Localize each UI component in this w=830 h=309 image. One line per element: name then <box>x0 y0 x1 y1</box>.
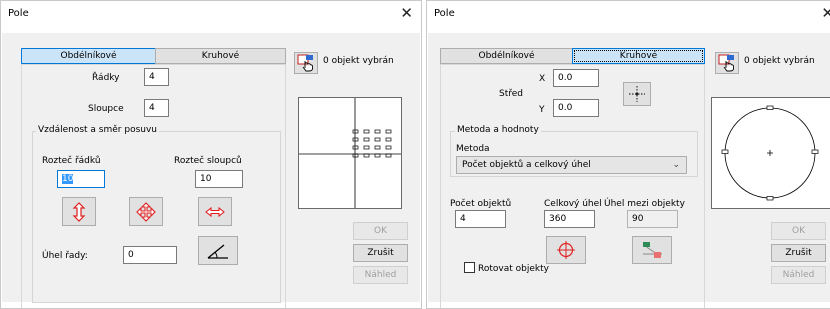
between-angle-input: 90 <box>627 210 678 228</box>
row-spacing-label: Rozteč řádků <box>42 156 101 166</box>
row-angle-pick-button[interactable] <box>198 236 238 265</box>
chevron-down-icon: ⌄ <box>672 160 680 170</box>
pick-angle-icon <box>557 241 575 259</box>
method-group-label: Metoda a hodnoty <box>455 125 541 135</box>
circular-array-dialog: Pole ✕ Obdélníkové Kruhové Střed X 0.0 Y… <box>426 0 830 309</box>
center-x-input[interactable]: 0.0 <box>553 69 599 87</box>
title-bar: Pole ✕ <box>427 1 830 29</box>
vertical-spacing-icon <box>72 201 86 222</box>
close-icon[interactable]: ✕ <box>821 4 830 22</box>
preview-button[interactable]: Náhled <box>353 266 408 284</box>
pick-objects-icon <box>297 54 313 72</box>
selection-status: 0 objekt vybrán <box>323 56 394 66</box>
row-spacing-input[interactable]: 10 <box>57 170 105 188</box>
method-select-value: Počet objektů a celkový úhel <box>462 160 591 170</box>
between-angle-label: Úhel mezi objekty <box>604 199 685 209</box>
total-angle-label: Celkový úhel <box>544 199 602 209</box>
pick-angle-button[interactable] <box>546 236 586 264</box>
dialog-client: Obdélníkové Kruhové Střed X 0.0 Y 0.0 Me… <box>428 33 830 308</box>
angle-icon <box>207 243 228 259</box>
row-spacing-pick-button[interactable] <box>62 197 96 226</box>
tab-rectangular[interactable]: Obdélníkové <box>440 48 573 64</box>
cancel-button[interactable]: Zrušit <box>353 244 408 262</box>
tab-circular[interactable]: Kruhové <box>155 48 286 64</box>
col-spacing-pick-button[interactable] <box>198 197 232 226</box>
horizontal-spacing-icon <box>205 206 225 217</box>
rows-label: Řádky <box>92 73 120 83</box>
col-spacing-input[interactable]: 10 <box>195 170 243 188</box>
row-angle-input[interactable]: 0 <box>123 246 177 264</box>
center-x-label: X <box>539 74 546 84</box>
row-angle-label: Úhel řady: <box>42 251 88 261</box>
both-spacing-pick-button[interactable] <box>129 197 163 226</box>
method-select[interactable]: Počet objektů a celkový úhel ⌄ <box>456 156 687 174</box>
columns-input[interactable]: 4 <box>144 99 169 117</box>
array-preview <box>711 97 830 209</box>
ok-button[interactable]: OK <box>353 222 408 240</box>
tab-rectangular[interactable]: Obdélníkové <box>21 48 156 64</box>
row-spacing-value: 10 <box>62 174 74 184</box>
columns-label: Sloupce <box>88 104 124 114</box>
circular-array-preview-graphic <box>721 105 819 201</box>
rotate-objects-checkbox[interactable] <box>464 262 475 273</box>
count-input[interactable]: 4 <box>455 210 506 228</box>
title-bar: Pole ✕ <box>1 1 421 29</box>
rotate-objects-label: Rotovat objekty <box>478 264 549 274</box>
rectangular-array-dialog: Pole ✕ Obdélníkové Kruhové Řádky 4 Sloup… <box>0 0 422 309</box>
close-icon[interactable]: ✕ <box>400 4 413 22</box>
selection-status: 0 objekt vybrán <box>744 56 815 66</box>
tab-circular[interactable]: Kruhové <box>572 48 705 64</box>
ok-button[interactable]: OK <box>771 222 826 240</box>
count-label: Počet objektů <box>450 199 512 209</box>
rows-input[interactable]: 4 <box>144 68 169 86</box>
pick-objects-icon <box>718 54 734 72</box>
pick-center-icon <box>629 86 645 102</box>
both-spacing-icon <box>136 201 156 222</box>
center-label: Střed <box>499 89 523 99</box>
rect-array-preview-graphic <box>299 98 401 208</box>
preview-button[interactable]: Náhled <box>771 266 826 284</box>
select-objects-button[interactable] <box>715 52 739 74</box>
dialog-client: Obdélníkové Kruhové Řádky 4 Sloupce 4 Vz… <box>2 33 420 308</box>
center-y-label: Y <box>539 105 545 115</box>
col-spacing-label: Rozteč sloupců <box>174 156 242 166</box>
cancel-button[interactable]: Zrušit <box>771 244 826 262</box>
spacing-group-label: Vzdálenost a směr posuvu <box>36 125 160 135</box>
center-y-input[interactable]: 0.0 <box>553 99 599 117</box>
array-preview <box>298 97 402 209</box>
method-label: Metoda <box>456 144 490 154</box>
select-objects-button[interactable] <box>294 52 318 74</box>
pick-distance-button[interactable] <box>632 236 672 264</box>
total-angle-input[interactable]: 360 <box>544 210 595 228</box>
dialog-title: Pole <box>8 8 29 19</box>
pick-center-button[interactable] <box>623 82 651 106</box>
pick-distance-icon <box>643 242 662 258</box>
dialog-title: Pole <box>434 8 455 19</box>
